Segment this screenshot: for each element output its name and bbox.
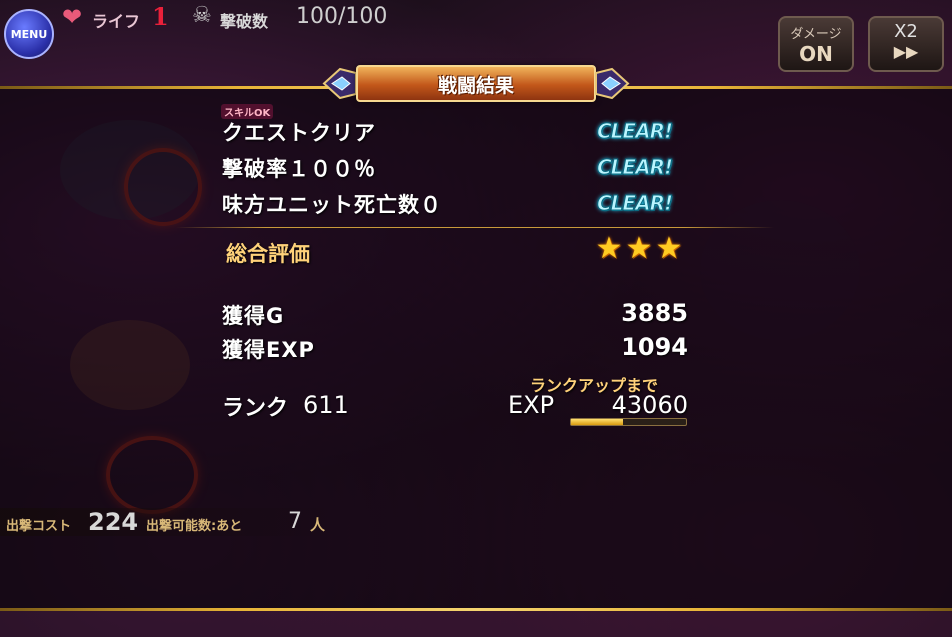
star-icon: ★ <box>655 231 683 266</box>
rank-label: ランク <box>222 396 289 421</box>
exp-remaining-label: EXP <box>508 391 555 419</box>
exp-progress-bar <box>570 418 687 426</box>
exp-gained-value: 1094 <box>621 333 688 361</box>
menu-button-label: MENU <box>10 27 48 41</box>
exp-gained-label: 獲得EXP <box>222 338 315 362</box>
fast-forward-icon: ▶▶ <box>893 42 919 61</box>
gold-gained-label: 獲得G <box>222 304 285 328</box>
deployable-count-label: 出撃可能数:あと <box>146 519 243 534</box>
star-rating: ★ ★ ★ <box>594 232 684 266</box>
speed-toggle-label: X2 <box>894 21 918 42</box>
menu-button[interactable]: MENU <box>4 9 54 59</box>
result-title: 戦闘結果 <box>437 75 514 97</box>
rank-value: 611 <box>303 391 349 419</box>
condition-status-no-deaths: CLEAR! <box>597 191 674 216</box>
damage-toggle-label: ダメージ <box>790 27 842 42</box>
damage-toggle-state: ON <box>799 42 833 66</box>
deploy-cost-label: 出撃コスト <box>6 519 72 534</box>
condition-status-quest-clear: CLEAR! <box>597 119 674 144</box>
exp-remaining-value: 43060 <box>611 391 688 419</box>
exp-progress-fill <box>571 419 623 425</box>
speed-toggle-button[interactable]: X2 ▶▶ <box>868 16 944 72</box>
result-title-banner: 戦闘結果 <box>322 61 630 106</box>
overlay-bottom-border <box>0 608 952 611</box>
life-label: ライフ <box>92 12 141 31</box>
deployable-count-unit: 人 <box>310 516 326 534</box>
damage-toggle-button[interactable]: ダメージ ON <box>778 16 854 72</box>
star-icon: ★ <box>595 231 623 266</box>
deployable-count-value: 7 <box>288 509 302 534</box>
banner-ornament-right-icon <box>595 67 630 100</box>
star-icon: ★ <box>625 231 653 266</box>
gold-gained-value: 3885 <box>621 299 688 327</box>
section-divider <box>176 227 774 228</box>
kill-count-value: 100/100 <box>296 4 388 29</box>
condition-label-no-deaths: 味方ユニット死亡数０ <box>222 193 442 217</box>
kill-count-label: 撃破数 <box>220 12 269 31</box>
condition-status-kill-rate: CLEAR! <box>597 155 674 180</box>
deploy-cost-value: 224 <box>88 508 139 536</box>
condition-label-quest-clear: クエストクリア <box>222 121 376 145</box>
overall-evaluation-label: 総合評価 <box>226 242 310 266</box>
skull-icon: ☠ <box>192 3 212 28</box>
life-value: 1 <box>152 2 169 31</box>
heart-icon: ❤ <box>62 3 83 31</box>
condition-label-kill-rate: 撃破率１００％ <box>222 157 376 181</box>
banner-ornament-left-icon <box>322 67 357 100</box>
